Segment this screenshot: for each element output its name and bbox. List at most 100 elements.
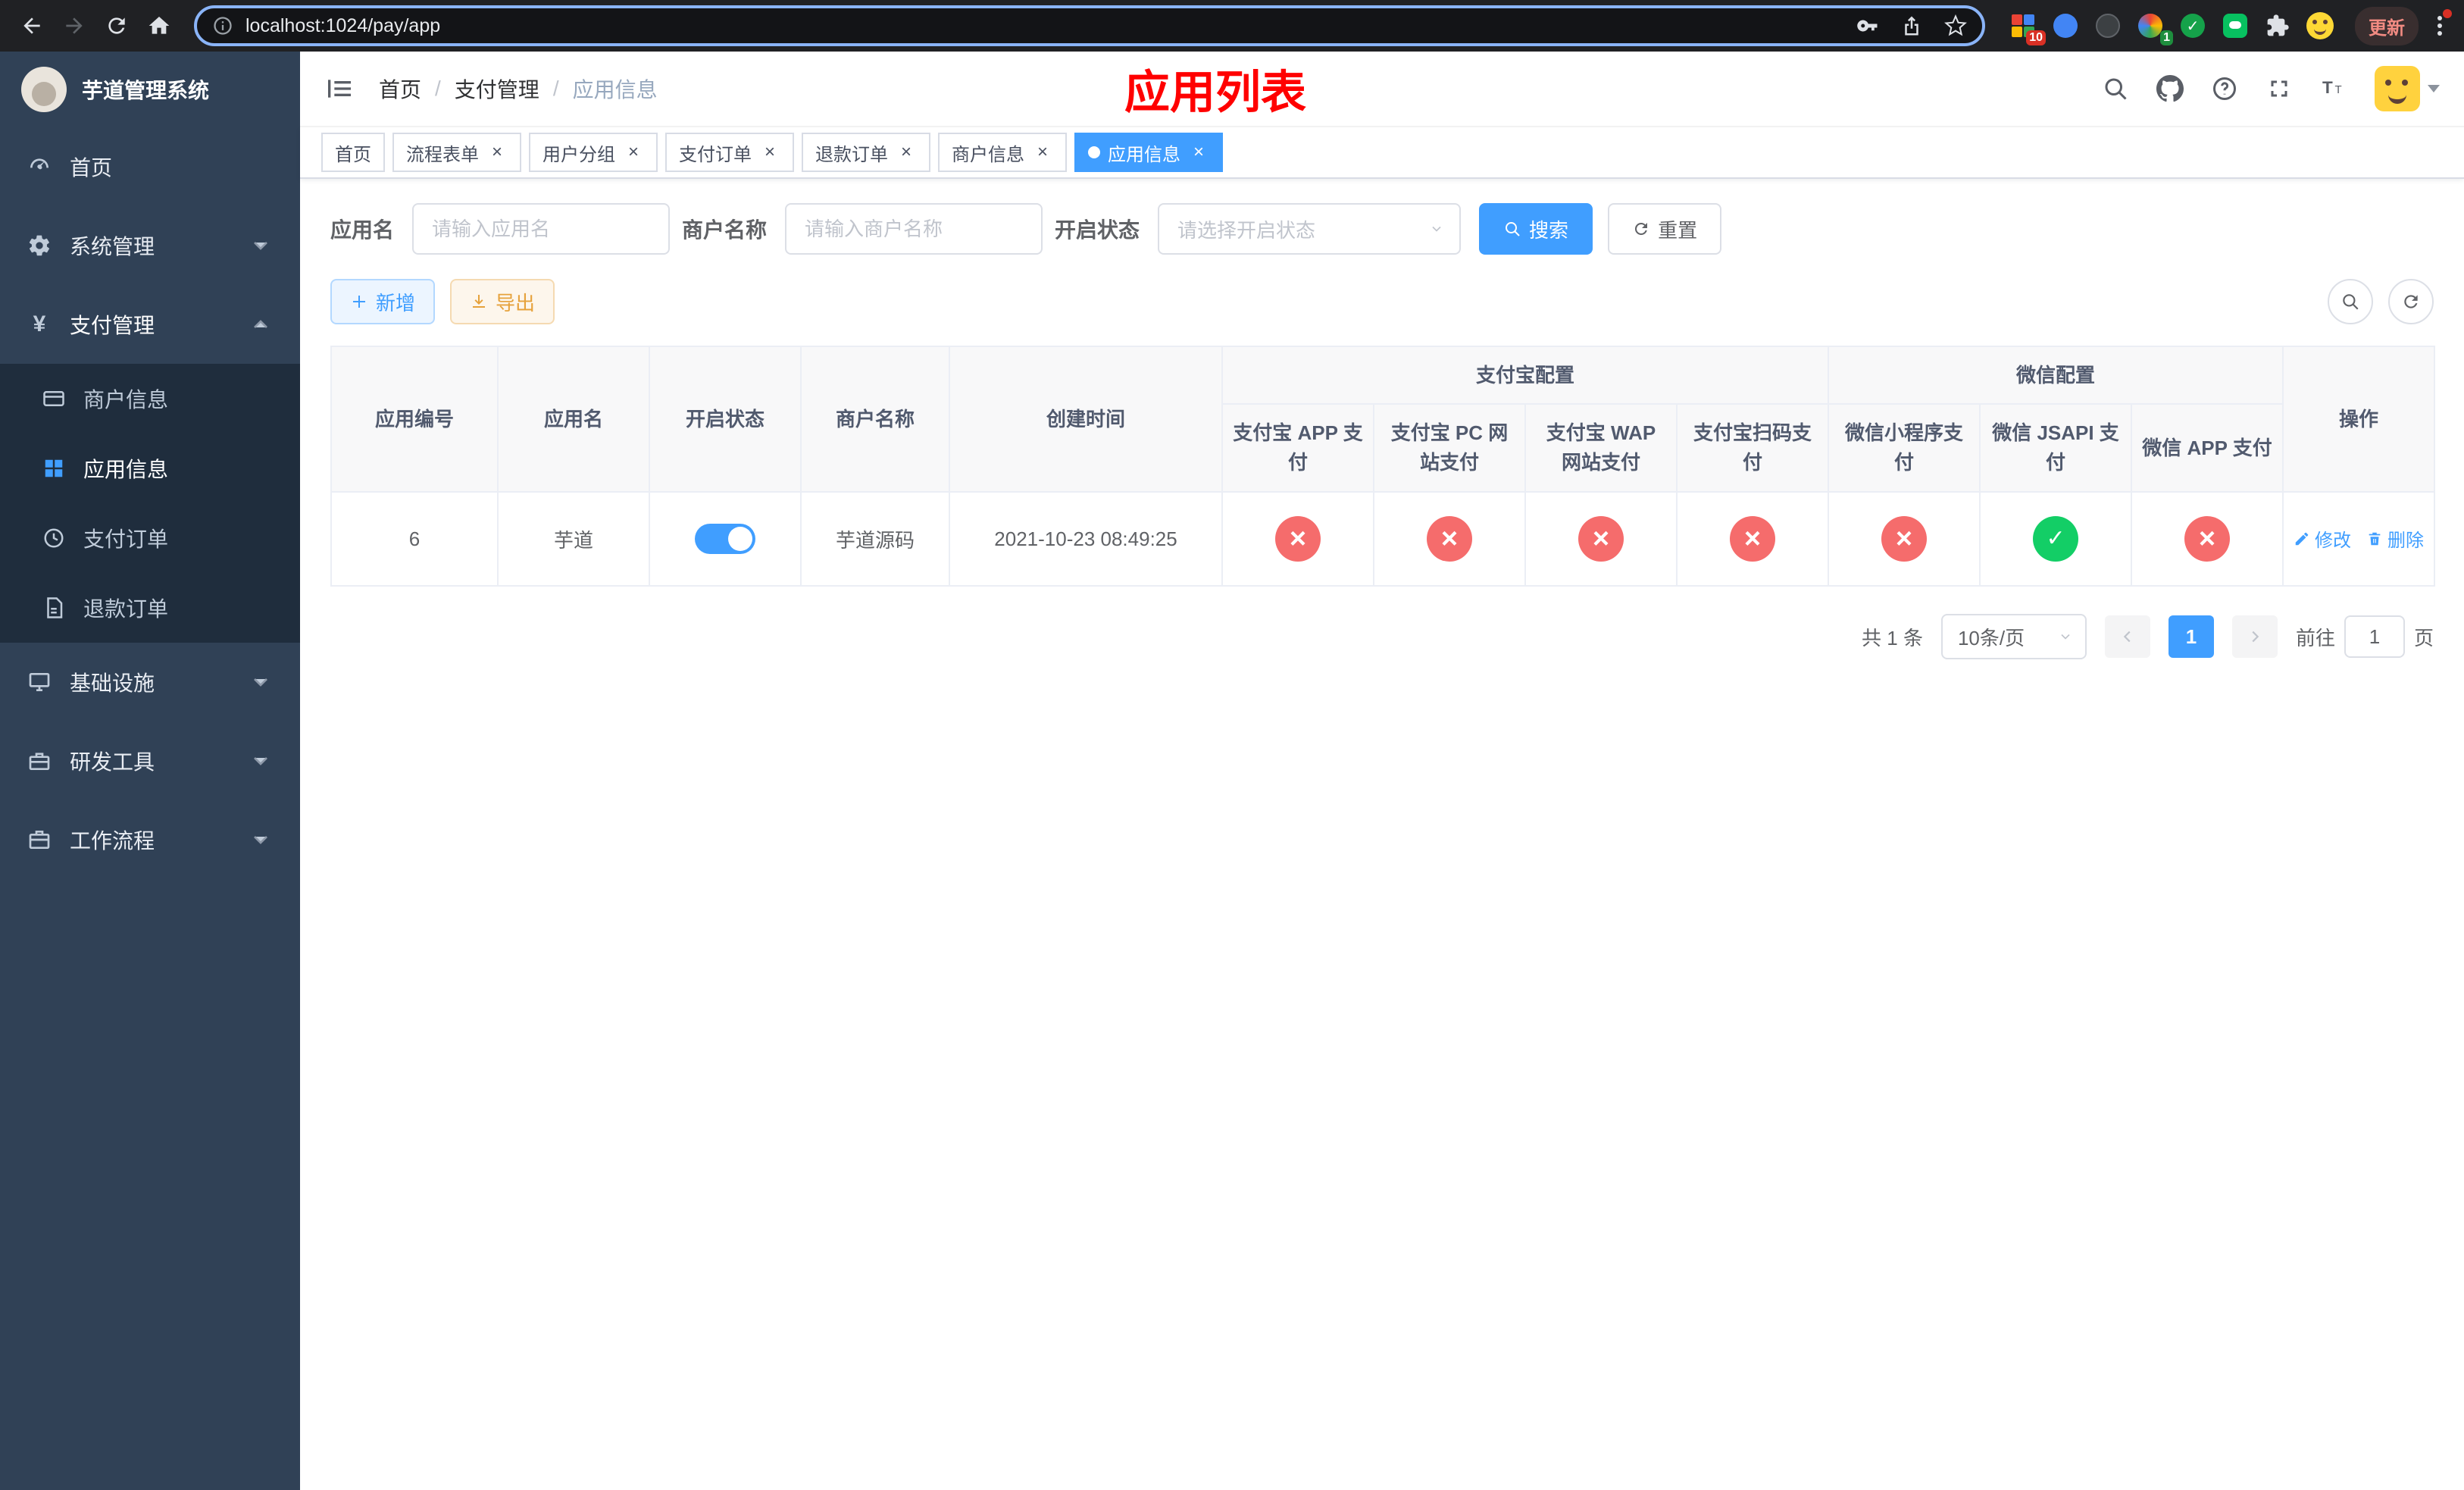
prev-page-button[interactable] (2104, 615, 2150, 658)
toggle-search-button[interactable] (2328, 279, 2373, 324)
screen: localhost:1024/pay/app 10 1 ✓ 更新 芋道管理系统 … (0, 0, 2464, 1490)
tab-app-info[interactable]: 应用信息 × (1074, 133, 1223, 172)
goto-page-input[interactable] (2344, 615, 2405, 658)
status-alipay-app (1275, 516, 1321, 562)
tab-close-icon[interactable]: × (1188, 142, 1209, 163)
browser-menu-button[interactable] (2428, 9, 2452, 42)
dark-dot-icon (2096, 14, 2120, 38)
extension-pin-icon[interactable] (2052, 12, 2079, 39)
browser-home-button[interactable] (139, 6, 179, 45)
page-content: 应用名 商户名称 开启状态 请选择开启状态 搜索 重置 (300, 179, 2464, 1490)
tab-close-icon[interactable]: × (896, 142, 917, 163)
app-name-input[interactable] (412, 203, 671, 255)
extension-chat-icon[interactable] (2222, 12, 2249, 39)
help-icon[interactable] (2211, 75, 2238, 102)
sidebar-collapse-icon[interactable] (324, 74, 355, 104)
forward-icon (66, 17, 83, 34)
page-size-select[interactable]: 10条/页 (1940, 614, 2087, 659)
edit-pencil-icon (2295, 532, 2309, 545)
reset-button[interactable]: 重置 (1608, 203, 1722, 255)
browser-reload-button[interactable] (97, 6, 136, 45)
sidebar-subitem-payment-order[interactable]: 支付订单 (0, 503, 300, 573)
user-avatar-menu[interactable] (2375, 66, 2440, 111)
browser-profile-button[interactable] (2306, 12, 2334, 39)
tab-payment-order[interactable]: 支付订单 × (665, 133, 794, 172)
row-actions: 修改 删除 (2294, 525, 2424, 552)
bookmark-star-icon[interactable] (1944, 14, 1967, 37)
breadcrumb-payment[interactable]: 支付管理 (455, 74, 539, 104)
tab-process-form[interactable]: 流程表单 × (392, 133, 521, 172)
sidebar-subitem-refund-order[interactable]: 退款订单 (0, 573, 300, 643)
browser-back-button[interactable] (12, 6, 52, 45)
delete-link[interactable]: 删除 (2366, 525, 2424, 552)
font-size-icon[interactable]: TT (2320, 75, 2347, 102)
url-text: localhost:1024/pay/app (245, 14, 441, 36)
github-icon[interactable] (2156, 75, 2184, 102)
sidebar-item-workflow[interactable]: 工作流程 (0, 800, 300, 879)
sidebar-item-dev-tools[interactable]: 研发工具 (0, 722, 300, 800)
puzzle-icon (2267, 14, 2289, 36)
sidebar-item-label: 首页 (70, 156, 113, 180)
sidebar-item-system[interactable]: 系统管理 (0, 206, 300, 285)
toolbox-icon (29, 753, 50, 770)
browser-update-button[interactable]: 更新 (2355, 6, 2419, 45)
active-dot (1088, 146, 1100, 158)
sidebar-item-home[interactable]: 首页 (0, 127, 300, 206)
status-alipay-qr (1730, 516, 1775, 562)
tab-close-icon[interactable]: × (1032, 142, 1053, 163)
status-toggle[interactable] (695, 524, 755, 554)
sidebar-subitem-label: 商户信息 (83, 388, 169, 412)
password-key-icon[interactable] (1856, 14, 1879, 37)
sidebar-item-label: 支付管理 (70, 314, 155, 337)
add-button[interactable]: 新增 (330, 279, 436, 324)
extension-dark-icon[interactable] (2094, 12, 2122, 39)
sidebar-subitem-label: 退款订单 (83, 597, 169, 621)
extension-avatar-icon[interactable]: 1 (2137, 12, 2173, 45)
sidebar-subitem-app-info[interactable]: 应用信息 (0, 434, 300, 503)
extension-check-icon[interactable]: ✓ (2179, 12, 2206, 39)
sidebar-subitem-merchant-info[interactable]: 商户信息 (0, 364, 300, 434)
breadcrumb-current: 应用信息 (572, 78, 658, 102)
extensions-menu-button[interactable] (2264, 12, 2291, 39)
profile-emoji-icon (2306, 12, 2334, 39)
reload-icon (108, 17, 125, 34)
tab-refund-order[interactable]: 退款订单 × (802, 133, 930, 172)
browser-forward-button[interactable] (55, 6, 94, 45)
tab-merchant-info[interactable]: 商户信息 × (938, 133, 1067, 172)
chevron-down-icon (1432, 226, 1441, 232)
extension-grid-icon[interactable]: 10 (2009, 12, 2046, 45)
grid-icon (45, 459, 63, 477)
tab-close-icon[interactable]: × (486, 142, 508, 163)
share-icon[interactable] (1900, 14, 1923, 37)
next-page-button[interactable] (2231, 615, 2278, 658)
search-button[interactable]: 搜索 (1479, 203, 1593, 255)
sidebar-item-infrastructure[interactable]: 基础设施 (0, 643, 300, 722)
merchant-name-input[interactable] (785, 203, 1043, 255)
refresh-table-button[interactable] (2388, 279, 2434, 324)
breadcrumb-home[interactable]: 首页 (379, 74, 421, 104)
tab-close-icon[interactable]: × (759, 142, 780, 163)
col-header-wx-jsapi: 微信 JSAPI 支付 (1979, 403, 2133, 493)
cell-status (649, 491, 802, 587)
tab-close-icon[interactable]: × (623, 142, 644, 163)
page-title: 应用列表 (1124, 67, 1306, 118)
table-toolbar: 新增 导出 (330, 279, 2434, 324)
fullscreen-icon[interactable] (2265, 75, 2293, 102)
clock-order-icon (44, 528, 64, 548)
site-info-icon[interactable] (212, 15, 233, 36)
app-logo[interactable]: 芋道管理系统 (0, 52, 300, 127)
refresh-icon (2404, 295, 2418, 308)
search-icon[interactable] (2102, 75, 2129, 102)
sidebar-item-payment[interactable]: ¥ 支付管理 (0, 285, 300, 364)
sidebar-subitem-label: 应用信息 (83, 458, 169, 481)
col-header-actions: 操作 (2282, 346, 2436, 493)
address-bar[interactable]: localhost:1024/pay/app (194, 5, 1985, 46)
export-button[interactable]: 导出 (450, 279, 555, 324)
tab-home[interactable]: 首页 (321, 133, 385, 172)
app-title: 芋道管理系统 (82, 79, 210, 102)
current-page-button[interactable]: 1 (2168, 615, 2214, 658)
edit-link[interactable]: 修改 (2294, 525, 2351, 552)
cell-merchant: 芋道源码 (800, 491, 950, 587)
tab-user-group[interactable]: 用户分组 × (529, 133, 658, 172)
status-select[interactable]: 请选择开启状态 (1158, 203, 1462, 255)
